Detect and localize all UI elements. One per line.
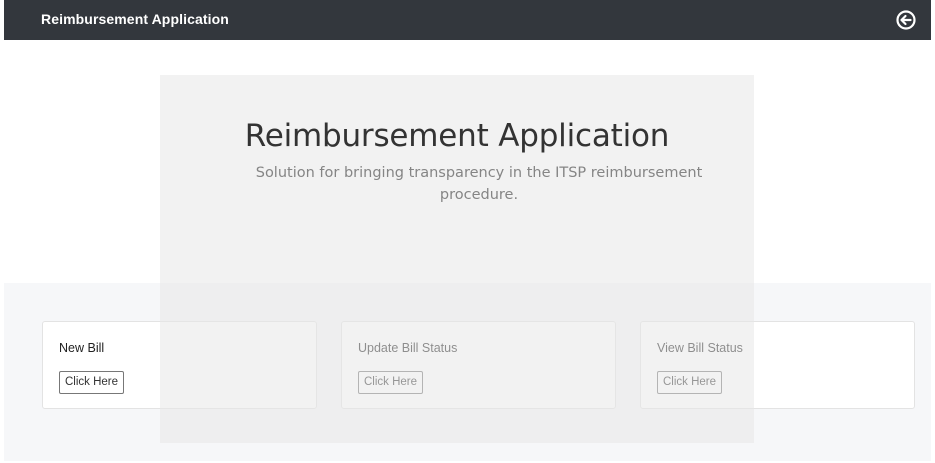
new-bill-button[interactable]: Click Here (59, 371, 125, 394)
card-view-bill-status: View Bill Status Click Here (640, 321, 915, 409)
card-update-bill-status: Update Bill Status Click Here (341, 321, 616, 409)
top-navbar: Reimbursement Application (4, 0, 931, 40)
circle-arrow-left-icon[interactable] (895, 9, 917, 31)
page-subtitle: Solution for bringing transparency in th… (255, 165, 703, 203)
page-title: Reimbursement Application (244, 118, 670, 154)
card-title: View Bill Status (657, 341, 743, 355)
view-bill-status-button[interactable]: Click Here (657, 371, 723, 394)
navbar-brand[interactable]: Reimbursement Application (41, 11, 229, 27)
card-title: New Bill (59, 341, 105, 355)
update-bill-status-button[interactable]: Click Here (358, 371, 424, 394)
card-title: Update Bill Status (358, 341, 458, 355)
card-new-bill: New Bill Click Here (42, 321, 317, 409)
